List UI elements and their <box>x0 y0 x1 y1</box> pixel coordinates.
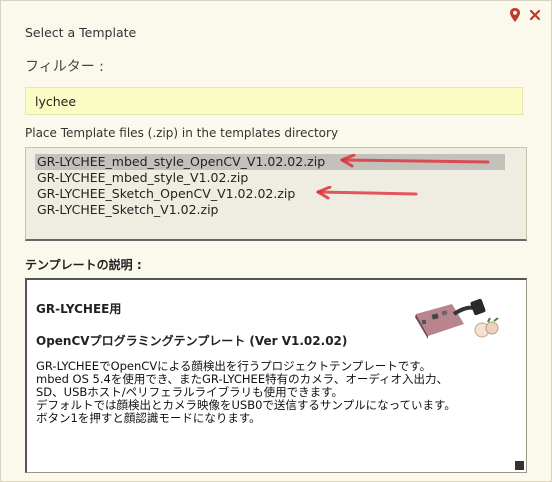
template-description: GR-LYCHEE用 OpenCVプログラミングテンプレート (Ver V1.0… <box>25 278 527 473</box>
description-subheading: OpenCVプログラミングテンプレート (Ver V1.02.02) <box>36 334 348 348</box>
red-arrow-annotation <box>316 186 418 200</box>
titlebar-icons <box>509 7 541 23</box>
dialog-title: Select a Template <box>25 25 137 40</box>
template-file-list[interactable]: GR-LYCHEE_mbed_style_OpenCV_V1.02.02.zip… <box>25 147 527 241</box>
description-heading: GR-LYCHEE用 <box>36 302 122 316</box>
scrollbar-corner[interactable] <box>515 461 524 470</box>
file-item[interactable]: GR-LYCHEE_Sketch_V1.02.zip <box>35 202 221 218</box>
board-image <box>415 298 499 339</box>
description-label: テンプレートの説明 : <box>25 258 142 272</box>
template-dialog: Select a Template フィルター : Place Template… <box>0 0 552 482</box>
templates-directory-label: Place Template files (.zip) in the templ… <box>25 126 339 140</box>
pin-icon[interactable] <box>509 7 521 23</box>
red-arrow-annotation <box>340 154 490 168</box>
filter-label: フィルター : <box>25 59 104 75</box>
file-item[interactable]: GR-LYCHEE_Sketch_OpenCV_V1.02.02.zip <box>35 186 297 202</box>
close-icon[interactable] <box>529 9 541 21</box>
description-line: ボタン1を押すと顔認識モードになります。 <box>36 411 261 425</box>
filter-input[interactable] <box>25 87 523 115</box>
file-item[interactable]: GR-LYCHEE_mbed_style_V1.02.zip <box>35 170 250 186</box>
